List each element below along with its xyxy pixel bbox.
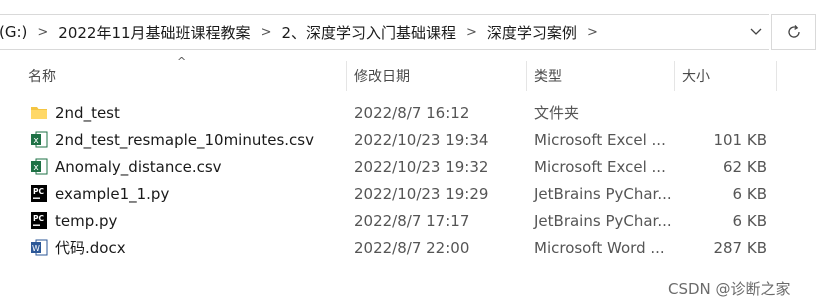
excel-icon: x: [30, 130, 48, 149]
svg-text:PC: PC: [33, 187, 44, 196]
word-icon: W: [30, 238, 48, 257]
svg-text:PC: PC: [33, 214, 44, 223]
column-divider[interactable]: [776, 61, 777, 91]
breadcrumb-course-folder[interactable]: 2022年11月基础班课程教案: [52, 22, 256, 43]
chevron-right-icon[interactable]: >: [583, 25, 602, 40]
column-header-modified[interactable]: 修改日期: [346, 61, 526, 91]
folder-icon: [30, 103, 48, 122]
file-size: 101 KB: [713, 130, 767, 149]
file-row[interactable]: PC example1_1.py 2022/10/23 19:29 JetBra…: [0, 180, 820, 207]
column-header-type-label: 类型: [534, 69, 562, 85]
file-row[interactable]: x Anomaly_distance.csv 2022/10/23 19:32 …: [0, 153, 820, 180]
column-header-name[interactable]: 名称: [20, 61, 346, 91]
file-modified: 2022/10/23 19:29: [354, 184, 489, 203]
address-bar-row: (G:) > 2022年11月基础班课程教案 > 2、深度学习入门基础课程 > …: [0, 0, 820, 64]
file-name: example1_1.py: [55, 184, 170, 203]
address-bar[interactable]: (G:) > 2022年11月基础班课程教案 > 2、深度学习入门基础课程 > …: [0, 14, 769, 50]
file-size: 287 KB: [713, 238, 767, 257]
breadcrumb-deep-learning-course[interactable]: 2、深度学习入门基础课程: [275, 22, 462, 43]
chevron-right-icon[interactable]: >: [257, 25, 276, 40]
file-row[interactable]: x 2nd_test_resmaple_10minutes.csv 2022/1…: [0, 126, 820, 153]
file-name: temp.py: [55, 211, 118, 230]
file-row[interactable]: W 代码.docx 2022/8/7 22:00 Microsoft Word …: [0, 234, 820, 261]
watermark: CSDN @诊断之家: [668, 280, 791, 298]
file-size: 6 KB: [732, 211, 767, 230]
chevron-right-icon[interactable]: >: [462, 25, 481, 40]
column-header-name-label: 名称: [28, 69, 56, 85]
file-size: [680, 99, 767, 126]
file-type: Microsoft Excel ...: [534, 157, 666, 176]
column-header-modified-label: 修改日期: [354, 69, 410, 85]
column-header-size-label: 大小: [682, 69, 710, 85]
svg-text:W: W: [32, 244, 40, 253]
chevron-down-icon[interactable]: [740, 14, 771, 50]
file-size: 6 KB: [732, 184, 767, 203]
file-type: JetBrains PyChar...: [534, 211, 672, 230]
file-modified: 2022/8/7 22:00: [354, 238, 470, 257]
excel-icon: x: [30, 157, 48, 176]
file-row[interactable]: PC temp.py 2022/8/7 17:17 JetBrains PyCh…: [0, 207, 820, 234]
file-type: JetBrains PyChar...: [534, 184, 672, 203]
pycharm-icon: PC: [30, 184, 48, 203]
file-modified: 2022/10/23 19:34: [354, 130, 489, 149]
file-size: 62 KB: [723, 157, 767, 176]
file-name: 代码.docx: [55, 239, 126, 257]
breadcrumb-current-folder[interactable]: 深度学习案例: [481, 22, 583, 43]
file-modified: 2022/8/7 16:12: [354, 103, 470, 122]
file-name: 2nd_test: [55, 103, 120, 122]
column-header-type[interactable]: 类型: [526, 61, 674, 91]
file-modified: 2022/8/7 17:17: [354, 211, 470, 230]
svg-text:x: x: [33, 136, 39, 146]
file-type: Microsoft Word ...: [534, 238, 665, 257]
file-modified: 2022/10/23 19:32: [354, 157, 489, 176]
pycharm-icon: PC: [30, 211, 48, 230]
chevron-right-icon[interactable]: >: [33, 25, 52, 40]
breadcrumb-drive[interactable]: (G:): [0, 23, 33, 41]
file-row[interactable]: 2nd_test 2022/8/7 16:12 文件夹: [0, 99, 820, 126]
svg-text:x: x: [33, 163, 39, 173]
file-name: 2nd_test_resmaple_10minutes.csv: [55, 130, 314, 149]
refresh-icon[interactable]: [771, 14, 816, 50]
column-header-size[interactable]: 大小: [674, 61, 776, 91]
file-name: Anomaly_distance.csv: [55, 157, 222, 176]
file-type: Microsoft Excel ...: [534, 130, 666, 149]
file-type: 文件夹: [534, 104, 580, 122]
